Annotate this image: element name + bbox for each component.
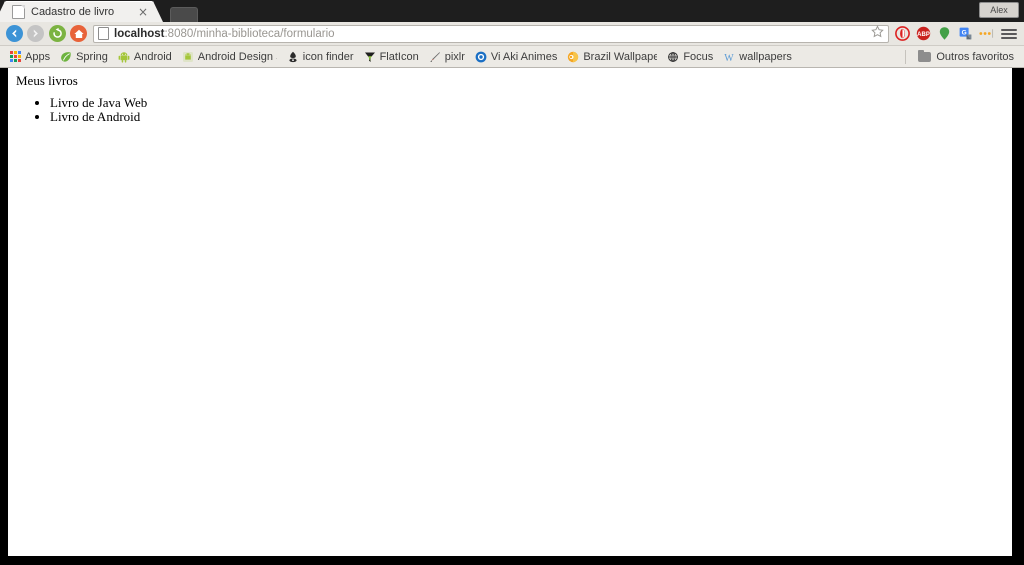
other-bookmarks-folder[interactable]: Outros favoritos	[914, 48, 1018, 66]
new-tab-button[interactable]	[170, 7, 198, 22]
bookmark-item-android[interactable]: Android	[113, 48, 177, 66]
bookmark-label: Spring	[76, 50, 108, 63]
reload-arrow-icon[interactable]	[49, 25, 66, 42]
list-item: Livro de Android	[50, 109, 1004, 124]
page-heading: Meus livros	[16, 73, 78, 88]
more-dots-extension-icon[interactable]	[978, 26, 994, 42]
bookmark-label: wallpapers	[739, 50, 792, 63]
url-host: localhost	[114, 27, 165, 40]
menu-line	[1001, 28, 1017, 31]
bookmark-item-vi-aki-animes[interactable]: Vi Aki Animes	[470, 48, 562, 66]
menu-line	[1001, 36, 1017, 39]
page-content: Meus livros Livro de Java Web Livro de A…	[8, 68, 1012, 127]
viaki-circle-icon	[475, 51, 487, 63]
bookmarks-separator	[905, 50, 906, 64]
pixlr-brush-icon	[429, 51, 441, 63]
wallpapers-w-icon: W	[723, 51, 735, 62]
bookmark-label: Android Design Sup	[197, 50, 277, 63]
focus-globe-icon	[667, 51, 679, 63]
url-path: :8080/minha-biblioteca/formulario	[164, 27, 335, 40]
bookmark-label: pixlr	[444, 50, 465, 63]
profile-button-label: Alex	[990, 5, 1008, 15]
browser-toolbar: localhost:8080/minha-biblioteca/formular…	[0, 22, 1024, 46]
page-viewport: Meus livros Livro de Java Web Livro de A…	[8, 68, 1012, 556]
bookmark-item-focus[interactable]: Focus	[662, 48, 718, 66]
tab-close-icon[interactable]: ×	[138, 6, 148, 18]
bookmark-label: Vi Aki Animes	[490, 50, 558, 63]
iconfinder-icon	[287, 51, 299, 63]
url-bar[interactable]: localhost:8080/minha-biblioteca/formular…	[93, 24, 889, 43]
spring-leaf-icon	[60, 51, 72, 63]
bookmarks-bar: Apps Spring Android Android Design icon …	[0, 46, 1024, 68]
google-docs-extension-icon[interactable]: G	[957, 26, 973, 42]
page-info-icon[interactable]	[98, 27, 109, 40]
svg-text:ABP: ABP	[917, 32, 930, 38]
profile-button[interactable]: Alex	[979, 2, 1019, 18]
android-robot-icon	[118, 51, 130, 63]
list-item: Livro de Java Web	[50, 96, 1004, 110]
bookmark-item-wallpapers[interactable]: W wallpapers	[718, 48, 797, 66]
bookmark-label: icon finder	[302, 50, 354, 63]
svg-text:W: W	[725, 52, 735, 62]
apps-grid-icon	[9, 51, 21, 63]
opera-shield-extension-icon[interactable]	[894, 26, 910, 42]
bookmark-label: FlatIcon	[379, 50, 419, 63]
tab-favicon-page-icon	[12, 4, 25, 19]
url-text: localhost:8080/minha-biblioteca/formular…	[114, 27, 335, 41]
brazil-wallpapers-icon	[567, 51, 579, 63]
bookmark-label: Focus	[683, 50, 714, 63]
android-robot-icon	[182, 51, 194, 63]
bookmark-label: Brazil Wallpapers -	[583, 50, 658, 63]
bookmark-item-icon-finder[interactable]: icon finder	[282, 48, 359, 66]
bookmark-item-apps[interactable]: Apps	[4, 48, 55, 66]
other-bookmarks-label: Outros favoritos	[936, 50, 1014, 63]
chrome-menu-button[interactable]	[1001, 26, 1017, 42]
bookmark-item-brazil-wallpapers[interactable]: Brazil Wallpapers -	[562, 48, 662, 66]
tab-strip: Cadastro de livro × Alex	[0, 0, 1024, 22]
bookmark-item-pixlr[interactable]: pixlr	[424, 48, 470, 66]
bookmark-label: Apps	[25, 50, 51, 63]
home-house-icon[interactable]	[70, 25, 87, 42]
svg-text:G: G	[961, 30, 966, 37]
bookmark-item-spring[interactable]: Spring	[55, 48, 113, 66]
books-list: Livro de Java Web Livro de Android	[16, 96, 1004, 123]
adblock-plus-extension-icon[interactable]: ABP	[915, 26, 931, 42]
browser-window: Cadastro de livro × Alex localhost:8080/…	[0, 0, 1024, 565]
bookmark-item-android-design-support[interactable]: Android Design Sup	[177, 48, 282, 66]
bookmark-label: Android	[133, 50, 172, 63]
map-pin-extension-icon[interactable]	[936, 26, 952, 42]
back-arrow-icon[interactable]	[6, 25, 23, 42]
browser-tab[interactable]: Cadastro de livro ×	[4, 1, 154, 22]
forward-arrow-icon	[27, 25, 44, 42]
bookmark-star-icon[interactable]	[865, 24, 884, 43]
menu-line	[1001, 32, 1017, 35]
flaticon-icon	[364, 51, 376, 63]
tab-title: Cadastro de livro	[31, 5, 115, 18]
bookmark-item-flaticon[interactable]: FlatIcon	[359, 48, 424, 66]
folder-icon	[918, 49, 932, 62]
